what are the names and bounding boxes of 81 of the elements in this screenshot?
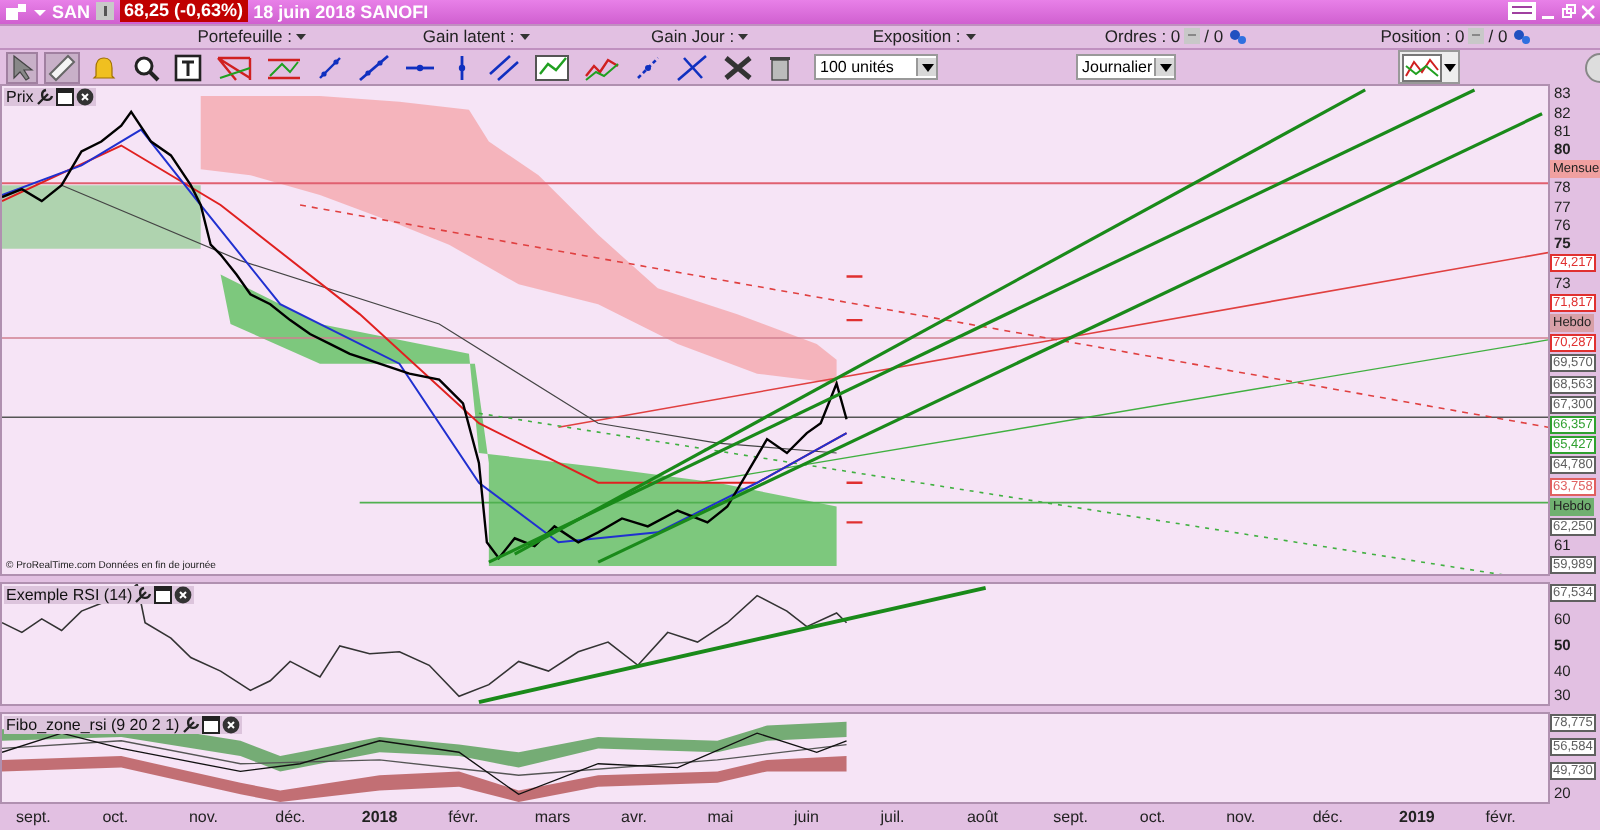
summary-dropdown[interactable]: Exposition : xyxy=(812,26,1036,47)
date-axis-label: août xyxy=(964,808,1001,827)
close-icon[interactable] xyxy=(75,88,94,107)
drawing-tool-button[interactable] xyxy=(672,51,712,84)
summary-dropdown[interactable]: Gain latent : xyxy=(364,26,588,47)
drawing-tool-button[interactable] xyxy=(484,51,524,84)
date-axis-label: avr. xyxy=(619,808,649,827)
indicator-title: Fibo_zone_rsi (9 20 2 1) xyxy=(6,716,180,735)
date-axis-label: févr. xyxy=(1483,808,1518,827)
vertical-line-icon xyxy=(454,53,470,82)
pointer-icon xyxy=(10,53,34,82)
caret-icon xyxy=(1159,63,1171,72)
chart-icon xyxy=(534,53,570,82)
date-axis-label: 2019 xyxy=(1397,808,1437,827)
caret-icon xyxy=(296,34,307,43)
caret-icon xyxy=(519,34,530,43)
drawing-tool-button[interactable] xyxy=(764,51,796,84)
gear-icon[interactable] xyxy=(1227,27,1248,46)
gear-icon[interactable] xyxy=(1511,27,1532,46)
date-axis-label: déc. xyxy=(273,808,308,827)
bell-icon xyxy=(90,53,118,82)
window-icon[interactable] xyxy=(55,88,74,107)
date-axis-label: 2018 xyxy=(359,808,400,827)
fan-lines-icon xyxy=(216,53,252,82)
summary-dropdown[interactable]: Gain Jour : xyxy=(588,26,812,47)
parallel-lines-icon xyxy=(488,53,520,82)
channel-icon xyxy=(266,53,302,82)
date-axis-label: juin xyxy=(791,808,821,827)
window-icon xyxy=(4,1,28,22)
symbol-label: SAN xyxy=(52,1,91,22)
date-axis-label: mars xyxy=(532,808,573,827)
wave-icon xyxy=(584,53,620,82)
round-icon[interactable] xyxy=(1580,51,1600,84)
date-axis-label: nov. xyxy=(186,808,220,827)
restore-icon[interactable] xyxy=(1562,3,1576,20)
ruler-icon xyxy=(48,53,76,82)
date-axis-label: oct. xyxy=(100,808,131,827)
drawing-tool-button[interactable] xyxy=(530,51,574,84)
date-axis-label: juil. xyxy=(878,808,907,827)
summary-dropdown[interactable]: Portefeuille : xyxy=(140,26,364,47)
trend-line-icon xyxy=(358,53,390,82)
counter-label: Ordres : 0 xyxy=(1104,26,1181,47)
date-axis-label: févr. xyxy=(446,808,481,827)
info-icon[interactable] xyxy=(96,2,115,21)
text-box-icon xyxy=(174,53,202,82)
close-icon[interactable] xyxy=(221,716,240,735)
date-axis-label: nov. xyxy=(1224,808,1258,827)
trash-icon xyxy=(768,53,792,82)
crossed-lines-icon xyxy=(676,53,708,82)
period-dropdown[interactable]: Journalier xyxy=(1076,54,1176,81)
chart-icon xyxy=(1402,53,1442,82)
quantity-dropdown[interactable]: 100 unités xyxy=(814,54,938,81)
date-axis-label: mai xyxy=(705,808,736,827)
indicator-title: Exemple RSI (14) xyxy=(6,586,133,605)
date-axis-label: oct. xyxy=(1137,808,1168,827)
segment-icon xyxy=(316,53,344,82)
date-axis-label: sept. xyxy=(1051,808,1090,827)
keyboard-icon[interactable] xyxy=(1508,2,1536,21)
quote-badge: 68,25 (-0,63%) xyxy=(120,0,248,23)
chart-type-button[interactable] xyxy=(1398,50,1460,85)
counter-count: / 0 xyxy=(1488,26,1508,47)
indicator-title: Prix xyxy=(6,88,34,107)
quote-info: 18 juin 2018 SANOFI xyxy=(253,1,429,22)
date-axis-label: sept. xyxy=(14,808,53,827)
search-icon xyxy=(132,53,160,82)
counter-count: / 0 xyxy=(1204,26,1224,47)
caret-icon xyxy=(921,63,933,72)
date-axis-label: déc. xyxy=(1310,808,1345,827)
drawing-tool-button[interactable] xyxy=(170,51,206,84)
counter-label: Position : 0 xyxy=(1380,26,1465,47)
dotted-line-icon xyxy=(634,53,662,82)
caret-icon xyxy=(738,34,749,43)
caret-icon xyxy=(1444,63,1456,72)
window-icon[interactable] xyxy=(154,586,173,605)
wrench-icon[interactable] xyxy=(35,88,54,107)
wrench-icon[interactable] xyxy=(181,716,200,735)
close-icon[interactable] xyxy=(174,586,193,605)
wrench-icon[interactable] xyxy=(134,586,153,605)
caret-icon xyxy=(965,34,976,43)
drawing-tool-button[interactable] xyxy=(354,51,394,84)
window-icon[interactable] xyxy=(201,716,220,735)
